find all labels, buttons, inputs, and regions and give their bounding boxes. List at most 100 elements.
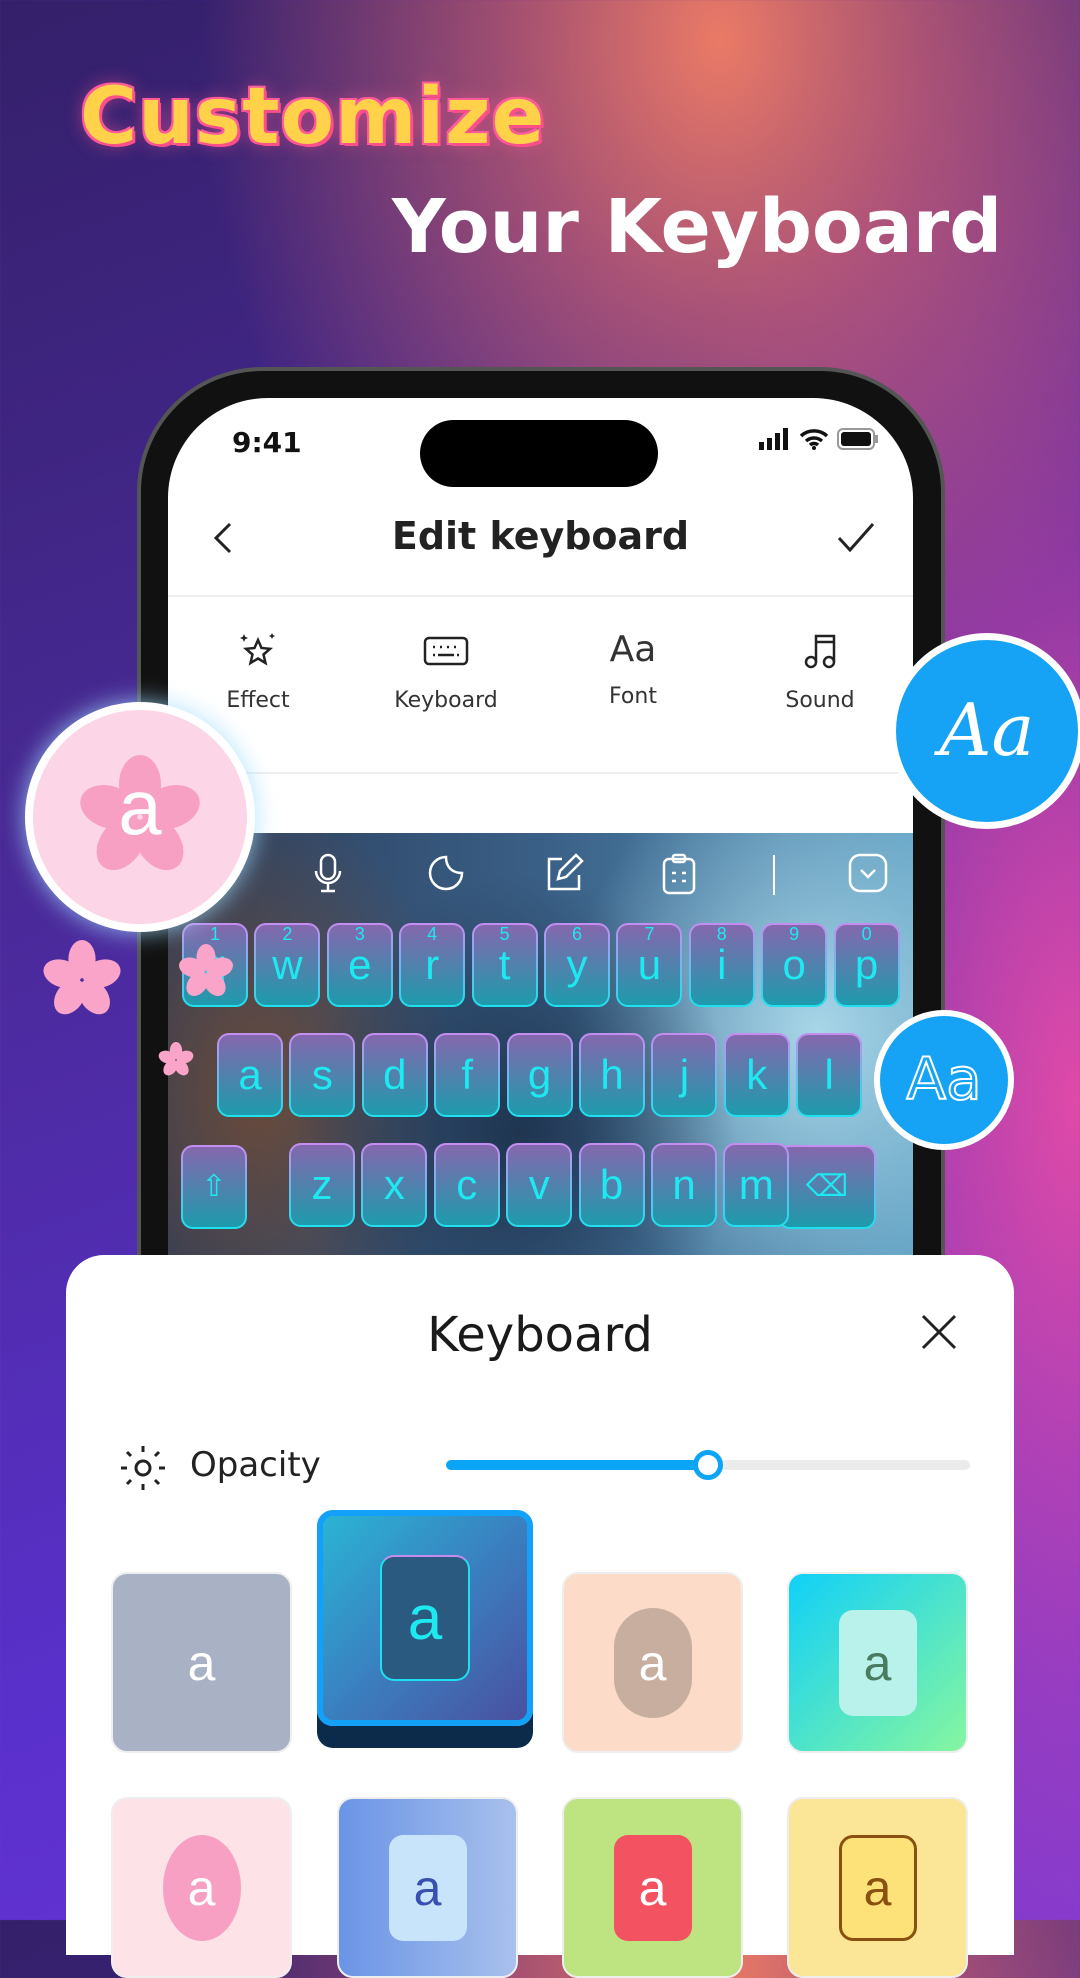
- key-preview: a: [838, 1834, 917, 1941]
- key-s[interactable]: s: [289, 1033, 355, 1117]
- sticker-icon[interactable]: [428, 853, 466, 893]
- shift-key[interactable]: ⇧: [181, 1145, 247, 1229]
- tab-font[interactable]: Aa Font: [558, 630, 708, 710]
- dynamic-island: [420, 420, 658, 487]
- sakura-flower-icon: [43, 940, 121, 1015]
- style-tile[interactable]: a: [111, 1572, 292, 1753]
- tile-letter: a: [413, 1859, 442, 1916]
- style-tile-selected[interactable]: a: [317, 1510, 533, 1726]
- promo-subtitle: Your Keyboard: [392, 184, 1003, 270]
- key-number: 3: [354, 924, 365, 944]
- slider-thumb[interactable]: [693, 1450, 723, 1480]
- brightness-icon: [121, 1446, 165, 1490]
- style-tile[interactable]: a: [337, 1797, 518, 1978]
- key-number: 5: [499, 924, 510, 944]
- key-preview: a: [388, 1834, 467, 1941]
- tab-effect[interactable]: Effect: [183, 630, 333, 713]
- backspace-key[interactable]: ⌫: [778, 1145, 876, 1229]
- check-icon[interactable]: [836, 520, 876, 554]
- tile-letter: a: [187, 1859, 216, 1916]
- battery-icon: [837, 428, 878, 450]
- key-number: 2: [282, 924, 293, 944]
- key-label: i: [717, 941, 727, 988]
- style-tile[interactable]: a: [787, 1572, 968, 1753]
- key-h[interactable]: h: [579, 1033, 645, 1117]
- tab-sound[interactable]: Sound: [745, 630, 895, 713]
- key-label: d: [383, 1051, 407, 1098]
- key-l[interactable]: l: [796, 1033, 862, 1117]
- key-k[interactable]: k: [724, 1033, 790, 1117]
- key-label: a: [238, 1051, 262, 1098]
- key-n[interactable]: n: [651, 1143, 717, 1227]
- key-preview: a: [380, 1555, 470, 1681]
- key-m[interactable]: m: [723, 1143, 789, 1227]
- key-b[interactable]: b: [579, 1143, 645, 1227]
- style-tile[interactable]: a: [111, 1797, 292, 1978]
- key-preview: a: [162, 1834, 241, 1941]
- key-preview: a: [613, 1607, 692, 1718]
- opacity-label: Opacity: [190, 1445, 321, 1485]
- key-p[interactable]: 0p: [834, 923, 900, 1007]
- key-v[interactable]: v: [506, 1143, 572, 1227]
- outline-font-badge: Aa: [874, 1010, 1014, 1150]
- tile-letter: a: [638, 1859, 667, 1916]
- close-icon[interactable]: [920, 1313, 958, 1351]
- style-tile[interactable]: a: [787, 1797, 968, 1978]
- key-u[interactable]: 7u: [616, 923, 682, 1007]
- tab-label: Effect: [226, 688, 290, 713]
- key-label: k: [746, 1051, 768, 1098]
- key-number: 9: [789, 924, 800, 944]
- key-i[interactable]: 8i: [689, 923, 755, 1007]
- clipboard-icon[interactable]: [662, 853, 696, 895]
- tile-letter: a: [407, 1583, 443, 1653]
- key-label: b: [599, 1161, 624, 1208]
- key-label: g: [527, 1051, 552, 1098]
- key-e[interactable]: 3e: [327, 923, 393, 1007]
- opacity-slider[interactable]: [446, 1450, 970, 1480]
- key-label: p: [854, 941, 879, 988]
- tab-label: Font: [609, 684, 657, 709]
- badge-letter: a: [118, 763, 162, 851]
- edit-icon[interactable]: [544, 853, 584, 893]
- key-f[interactable]: f: [434, 1033, 500, 1117]
- key-a[interactable]: a: [217, 1033, 283, 1117]
- tab-keyboard[interactable]: Keyboard: [371, 630, 521, 713]
- status-time: 9:41: [232, 426, 302, 459]
- signal-icon: [759, 428, 788, 450]
- script-font-badge: Aa: [889, 633, 1080, 829]
- key-number: 8: [716, 924, 727, 944]
- key-z[interactable]: z: [289, 1143, 355, 1227]
- key-label: c: [456, 1161, 478, 1208]
- style-tile[interactable]: a: [562, 1797, 743, 1978]
- key-o[interactable]: 9o: [761, 923, 827, 1007]
- key-label: v: [528, 1161, 550, 1208]
- key-label: r: [425, 941, 440, 988]
- tab-label: Sound: [785, 688, 855, 713]
- key-preview: a: [188, 1634, 216, 1692]
- key-r[interactable]: 4r: [399, 923, 465, 1007]
- key-label: z: [311, 1161, 333, 1208]
- key-c[interactable]: c: [434, 1143, 500, 1227]
- key-label: y: [566, 941, 588, 988]
- key-g[interactable]: g: [507, 1033, 573, 1117]
- key-number: 1: [209, 924, 220, 944]
- key-label: w: [272, 941, 303, 988]
- style-tile[interactable]: a: [562, 1572, 743, 1753]
- collapse-keyboard-icon[interactable]: [848, 853, 888, 893]
- wifi-icon: [799, 429, 829, 450]
- key-d[interactable]: d: [362, 1033, 428, 1117]
- key-y[interactable]: 6y: [544, 923, 610, 1007]
- toolbar-divider: [773, 855, 775, 895]
- microphone-icon[interactable]: [313, 853, 343, 893]
- key-j[interactable]: j: [651, 1033, 717, 1117]
- keyboard-style-sheet: Keyboard Opacity a a a a a a a a: [66, 1255, 1014, 1978]
- key-label: j: [679, 1051, 690, 1098]
- key-label: s: [311, 1051, 333, 1098]
- key-label: o: [782, 941, 806, 988]
- status-icons: [759, 428, 879, 450]
- tile-letter: a: [638, 1634, 667, 1691]
- key-t[interactable]: 5t: [472, 923, 538, 1007]
- key-w[interactable]: 2w: [254, 923, 320, 1007]
- tab-label: Keyboard: [394, 688, 498, 713]
- key-x[interactable]: x: [361, 1143, 427, 1227]
